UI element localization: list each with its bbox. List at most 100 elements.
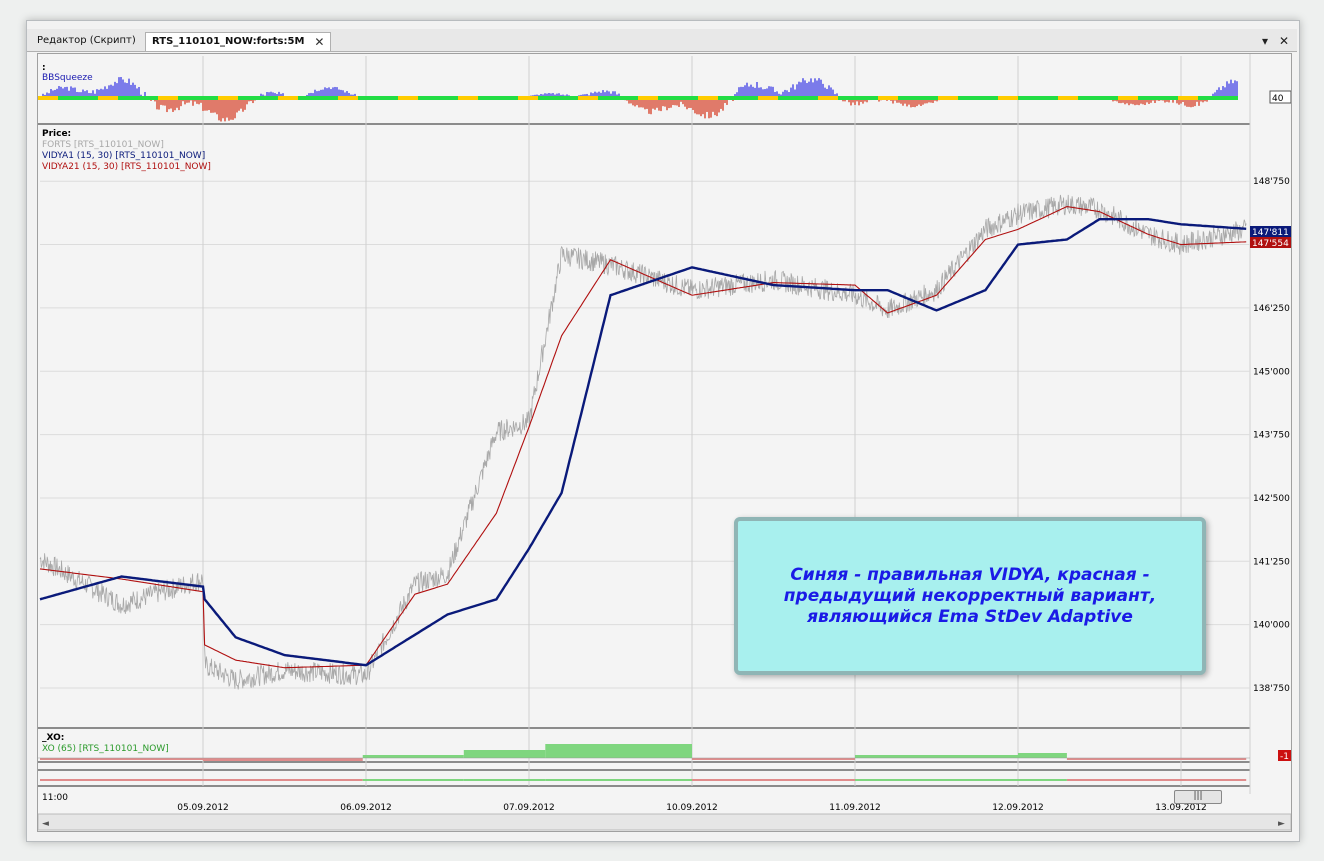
legend-vidya1: VIDYA1 (15, 30) [RTS_110101_NOW] — [42, 151, 205, 161]
bbsqueeze-bar-down — [648, 98, 650, 114]
x-date-label: 06.09.2012 — [340, 803, 392, 813]
tab-bar: Редактор (Скрипт) RTS_110101_NOW:forts:5… — [27, 29, 1297, 52]
close-tab-icon[interactable]: ✕ — [314, 33, 324, 51]
xo-strip-segment — [463, 779, 546, 781]
bbsqueeze-squeeze-dot — [1078, 96, 1098, 100]
bbsqueeze-bar-up — [818, 78, 820, 98]
bbsqueeze-bar-up — [750, 84, 752, 98]
bbsqueeze-bar-down — [712, 98, 714, 112]
bbsqueeze-squeeze-dot — [778, 96, 798, 100]
scroll-left-icon[interactable]: ◄ — [42, 819, 49, 829]
xo-strip-segment — [855, 779, 1018, 781]
tab-editor[interactable]: Редактор (Скрипт) — [31, 32, 142, 50]
bbsqueeze-bar-down — [702, 98, 704, 115]
bbsqueeze-bar-down — [232, 98, 234, 120]
bbsqueeze-bar-up — [806, 83, 808, 98]
chart-svg[interactable]: 138'750 140'000 141'250 142'500 143'750 145'0… — [37, 54, 1292, 831]
xo-title: _XO: — [42, 733, 64, 743]
bbsqueeze-bar-down — [216, 98, 218, 115]
bbsqueeze-bar-up — [114, 81, 116, 98]
bbsqueeze-squeeze-dot — [158, 96, 178, 100]
bbsqueeze-squeeze-dot — [138, 96, 158, 100]
x-date-label: 11.09.2012 — [829, 803, 881, 813]
bbsqueeze-squeeze-dot — [698, 96, 718, 100]
bbsqueeze-bar-up — [822, 83, 824, 98]
bbsqueeze-squeeze-dot — [958, 96, 978, 100]
bbsqueeze-bar-down — [650, 98, 652, 115]
bbsqueeze-squeeze-dot — [258, 96, 278, 100]
xo-bar-up — [362, 755, 464, 758]
x-date-label: 05.09.2012 — [177, 803, 229, 813]
bbsqueeze-bar-down — [716, 98, 718, 117]
scroll-right-icon[interactable]: ► — [1278, 819, 1285, 829]
bbsqueeze-squeeze-dot — [558, 96, 578, 100]
bbsqueeze-panel — [38, 77, 1238, 122]
bbsqueeze-squeeze-dot — [598, 96, 618, 100]
bbsqueeze-title: : — [42, 63, 46, 73]
y-tick-label: 140'000 — [1253, 621, 1290, 631]
bbsqueeze-squeeze-dot — [878, 96, 898, 100]
bbsqueeze-squeeze-dot — [1038, 96, 1058, 100]
close-window-icon[interactable]: ✕ — [1279, 34, 1289, 48]
bbsqueeze-squeeze-dot — [398, 96, 418, 100]
bbsqueeze-value-text: 40 — [1272, 94, 1284, 104]
tab-chart[interactable]: RTS_110101_NOW:forts:5M ✕ — [145, 32, 332, 51]
bbsqueeze-squeeze-dot — [798, 96, 818, 100]
scrollbar-thumb[interactable]: ||| — [1174, 790, 1222, 804]
xo-bar-down — [40, 758, 203, 760]
dropdown-icon[interactable]: ▾ — [1262, 34, 1268, 48]
time-start-label: 11:00 — [42, 793, 68, 803]
bbsqueeze-squeeze-dot — [58, 96, 78, 100]
x-date-label: 07.09.2012 — [503, 803, 555, 813]
bbsqueeze-bar-up — [820, 79, 822, 98]
annotation-box: Синяя - правильная VIDYA, красная - пред… — [734, 517, 1206, 675]
bbsqueeze-bar-down — [214, 98, 216, 113]
annotation-line-3: являющийся Ema StDev Adaptive — [807, 606, 1133, 627]
vidya1-value-text: 147'811 — [1252, 228, 1289, 238]
bbsqueeze-bar-up — [798, 81, 800, 98]
xo-bar-up — [1018, 753, 1067, 758]
bbsqueeze-squeeze-dot — [318, 96, 338, 100]
bbsqueeze-squeeze-dot — [118, 96, 138, 100]
bbsqueeze-squeeze-dot — [438, 96, 458, 100]
bbsqueeze-bar-up — [796, 84, 798, 98]
bbsqueeze-squeeze-dot — [238, 96, 258, 100]
bbsqueeze-bar-up — [120, 77, 122, 98]
chart-area[interactable]: 138'750 140'000 141'250 142'500 143'750 145'0… — [37, 53, 1292, 832]
xo-bar-up — [545, 744, 692, 758]
bbsqueeze-bar-down — [172, 98, 174, 112]
bbsqueeze-squeeze-dot — [618, 96, 638, 100]
bbsqueeze-squeeze-dot — [1018, 96, 1038, 100]
bbsqueeze-squeeze-dot — [478, 96, 498, 100]
bbsqueeze-bar-up — [1230, 79, 1232, 98]
bbsqueeze-bar-down — [166, 98, 168, 113]
bbsqueeze-bar-up — [816, 80, 818, 98]
bbsqueeze-squeeze-dot — [418, 96, 438, 100]
xo-strip-segment — [203, 779, 363, 781]
bbsqueeze-squeeze-dot — [678, 96, 698, 100]
bbsqueeze-bar-up — [128, 78, 130, 98]
bbsqueeze-squeeze-dot — [458, 96, 478, 100]
legend-forts: FORTS [RTS_110101_NOW] — [42, 140, 164, 150]
bbsqueeze-squeeze-dot — [1158, 96, 1178, 100]
horizontal-scrollbar[interactable] — [37, 813, 1292, 831]
bbsqueeze-bar-up — [126, 83, 128, 98]
bbsqueeze-bar-up — [792, 84, 794, 98]
bbsqueeze-bar-down — [230, 98, 232, 120]
bbsqueeze-bar-up — [756, 82, 758, 98]
bbsqueeze-squeeze-dot — [498, 96, 518, 100]
bbsqueeze-squeeze-dot — [218, 96, 238, 100]
xo-strip-segment — [362, 779, 464, 781]
bbsqueeze-squeeze-dot — [1218, 96, 1238, 100]
xo-bar-down — [692, 758, 855, 760]
bbsqueeze-squeeze-dot — [578, 96, 598, 100]
x-axis-dates: 05.09.2012 06.09.2012 07.09.2012 10.09.2012… — [177, 803, 1207, 813]
bbsqueeze-squeeze-dot — [1118, 96, 1138, 100]
xo-strip-segment — [40, 779, 203, 781]
annotation-line-2: предыдущий некорректный вариант, — [783, 585, 1157, 606]
bbsqueeze-bar-down — [718, 98, 720, 113]
x-date-label: 10.09.2012 — [666, 803, 718, 813]
bbsqueeze-squeeze-dot — [1138, 96, 1158, 100]
bbsqueeze-squeeze-dot — [518, 96, 538, 100]
bbsqueeze-bar-down — [714, 98, 716, 116]
